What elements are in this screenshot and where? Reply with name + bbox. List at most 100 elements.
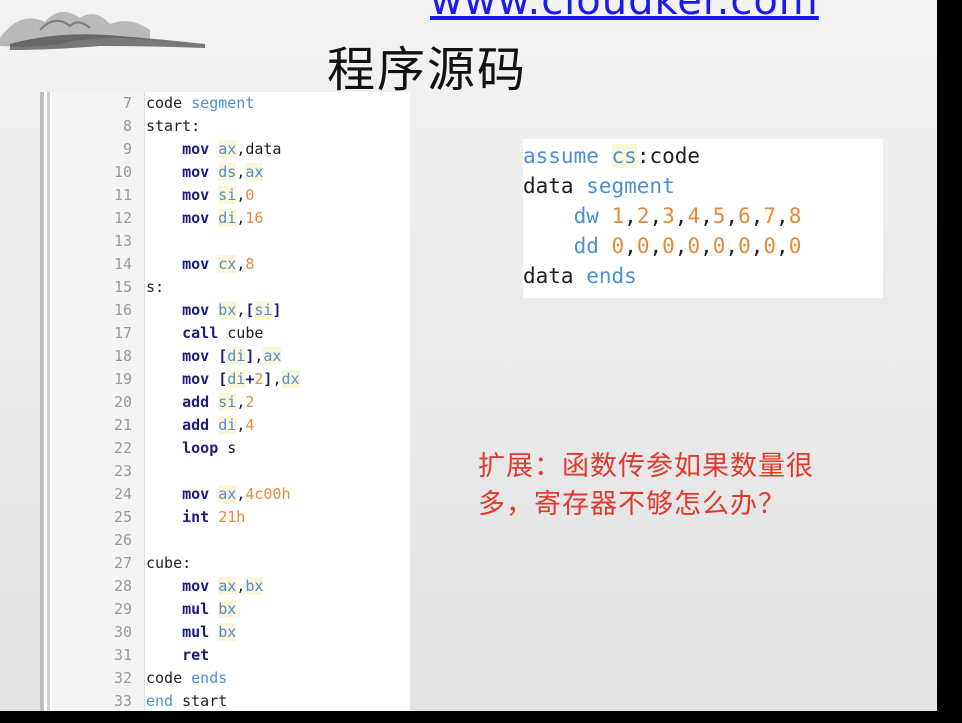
note-line-2: 多，寄存器不够怎么办？ (478, 489, 786, 520)
line-number: 28 (113, 577, 132, 595)
code-token: mov (182, 485, 210, 503)
code-token: ax (218, 485, 237, 503)
code-token: di (218, 209, 237, 227)
bottom-frame-border (0, 711, 962, 723)
line-number: 18 (113, 347, 132, 365)
code-token: 0 (662, 234, 675, 258)
editor-scrollbar[interactable] (40, 92, 44, 711)
code-line: 9 mov ax,data (52, 138, 410, 161)
line-number: 13 (113, 232, 132, 250)
code-token: 0 (245, 186, 255, 204)
line-code: mov ax,data (146, 138, 281, 161)
line-code: int 21h (146, 506, 245, 529)
code-token: , (700, 204, 713, 228)
code-line: 27 cube: (52, 552, 410, 575)
code-token: 0 (636, 234, 650, 258)
line-number: 25 (113, 508, 132, 526)
code-token: ,data (236, 140, 282, 158)
code-token: mov (182, 347, 210, 365)
code-token: add (182, 393, 210, 411)
line-code: mov ax,4c00h (146, 483, 291, 506)
line-number: 12 (113, 209, 132, 227)
right-frame-border (937, 0, 962, 723)
code-token: , (776, 234, 789, 258)
code-token: bx (218, 301, 237, 319)
code-line: 23 (52, 460, 410, 483)
line-code: call cube (146, 322, 263, 345)
code-token: mul (182, 600, 210, 618)
code-token: 0 (687, 234, 701, 258)
code-token: mov (182, 186, 210, 204)
line-code: mov si,0 (146, 184, 254, 207)
code-line: 33 end start (52, 690, 410, 711)
code-token: call (182, 324, 219, 342)
code-token: mov (182, 301, 210, 319)
code-token: int (182, 508, 210, 526)
code-token: ends (191, 669, 228, 687)
line-code: add di,4 (146, 414, 254, 437)
code-token: , (236, 186, 246, 204)
code-token: 21h (218, 508, 246, 526)
data-code-line: data segment (523, 171, 675, 201)
code-line: 26 (52, 529, 410, 552)
code-token: , (236, 393, 246, 411)
code-token: [ (218, 370, 228, 388)
line-code: mov [di],ax (146, 345, 282, 368)
code-token: , (674, 204, 688, 228)
line-code: code segment (146, 92, 254, 115)
code-line: 18 mov [di],ax (52, 345, 410, 368)
code-token: , (236, 485, 246, 503)
code-token: mov (182, 370, 210, 388)
code-token: cs (611, 144, 637, 168)
code-token: mov (182, 163, 210, 181)
code-token: code (146, 94, 192, 112)
line-number: 32 (113, 669, 132, 687)
code-token: , (750, 234, 764, 258)
line-number: 11 (113, 186, 132, 204)
code-token: 0 (763, 234, 777, 258)
code-token: mov (182, 209, 210, 227)
line-number: 26 (113, 531, 132, 549)
code-token: , (624, 234, 637, 258)
line-number: 10 (113, 163, 132, 181)
code-token: , (649, 234, 663, 258)
code-line: 15 s: (52, 276, 410, 299)
slide: www.cloudker.com 程序源码 7 code segment 8 star… (0, 0, 937, 711)
code-token: , (725, 204, 739, 228)
code-token: 16 (245, 209, 264, 227)
line-code: start: (146, 115, 200, 138)
code-token: si (218, 186, 237, 204)
code-token: 6 (738, 204, 751, 228)
editor-scrollbar-track (47, 92, 50, 711)
line-number: 19 (113, 370, 132, 388)
code-token: , (776, 204, 789, 228)
code-token: , (700, 234, 713, 258)
code-token: loop (182, 439, 219, 457)
line-code: end start (146, 690, 227, 711)
code-line: 19 mov [di+2],dx (52, 368, 410, 391)
code-token: dd (573, 234, 612, 258)
code-token: 8 (245, 255, 255, 273)
code-token: code (146, 669, 192, 687)
code-token: 0 (611, 234, 625, 258)
code-token: segment (586, 174, 675, 198)
code-line: 22 loop s (52, 437, 410, 460)
line-code: code ends (146, 667, 227, 690)
code-token: , (725, 234, 739, 258)
data-code-line: assume cs:code (523, 141, 700, 171)
line-code: mov ds,ax (146, 161, 264, 184)
code-token: dx (281, 370, 300, 388)
code-token: 2 (636, 204, 650, 228)
site-url-link[interactable]: www.cloudker.com (430, 0, 819, 24)
